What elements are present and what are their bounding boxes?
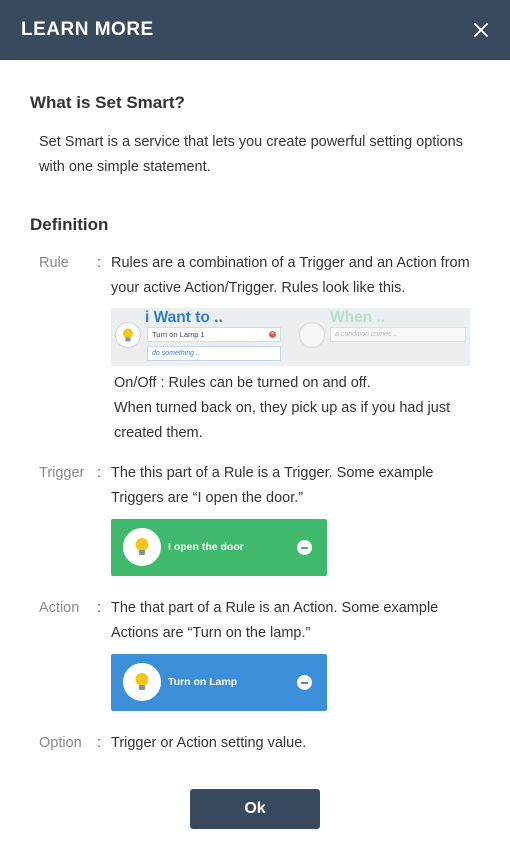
dialog-title: LEARN MORE [21,19,154,40]
action-card-label: Turn on Lamp [168,676,238,688]
trigger-card-label: I open the door [168,541,244,553]
definition-heading: Definition [30,215,109,234]
close-button[interactable] [470,19,492,41]
lightbulb-icon [135,673,149,690]
rule-when-label: When .. [330,309,386,326]
option-term: Option [39,735,82,751]
rule-iwant-label: i Want to .. [145,309,223,326]
lightbulb-icon [123,328,133,341]
rule-colon: : [97,255,102,271]
dialog-header: LEARN MORE [0,0,510,60]
rule-bulb-circle [115,322,141,348]
lightbulb-icon [135,538,149,555]
option-colon: : [97,735,102,751]
minus-icon [301,546,308,549]
trigger-example-card: I open the door [111,519,327,576]
rule-condition-field: a condition comes .. [330,327,466,342]
trigger-card-circle [123,528,161,566]
rule-note-onoff: On/Off : Rules can be turned on and off. [114,375,371,391]
action-colon: : [97,600,102,616]
remove-action-button [297,675,312,690]
action-description: The that part of a Rule is an Action. So… [111,600,439,641]
ok-button[interactable]: Ok [190,789,320,829]
action-card-circle [123,663,161,701]
rule-action-field: Turn on Lamp 1 [147,327,281,342]
rule-when-circle [299,322,325,348]
minus-icon [301,681,308,684]
rule-do-something-field: do something .. [147,346,281,361]
remove-trigger-button [297,540,312,555]
trigger-term: Trigger [39,465,85,481]
rule-description: Rules are a combination of a Trigger and… [111,255,470,296]
intro-heading: What is Set Smart? [30,93,185,112]
trigger-colon: : [97,465,102,481]
intro-text: Set Smart is a service that lets you cre… [39,134,463,175]
close-icon [474,23,488,37]
option-description: Trigger or Action setting value. [111,735,307,751]
rule-notes: On/Off : Rules can be turned on and off.… [114,371,484,446]
action-example-card: Turn on Lamp [111,654,327,711]
learn-more-dialog: LEARN MORE What is Set Smart? Set Smart … [0,0,510,854]
remove-icon: × [269,331,276,338]
rule-note-resume: When turned back on, they pick up as if … [114,400,451,441]
rule-example-image: i Want to .. Turn on Lamp 1 × do somethi… [111,308,470,366]
trigger-description: The this part of a Rule is a Trigger. So… [111,465,434,506]
action-term: Action [39,600,80,616]
rule-term: Rule [39,255,69,271]
